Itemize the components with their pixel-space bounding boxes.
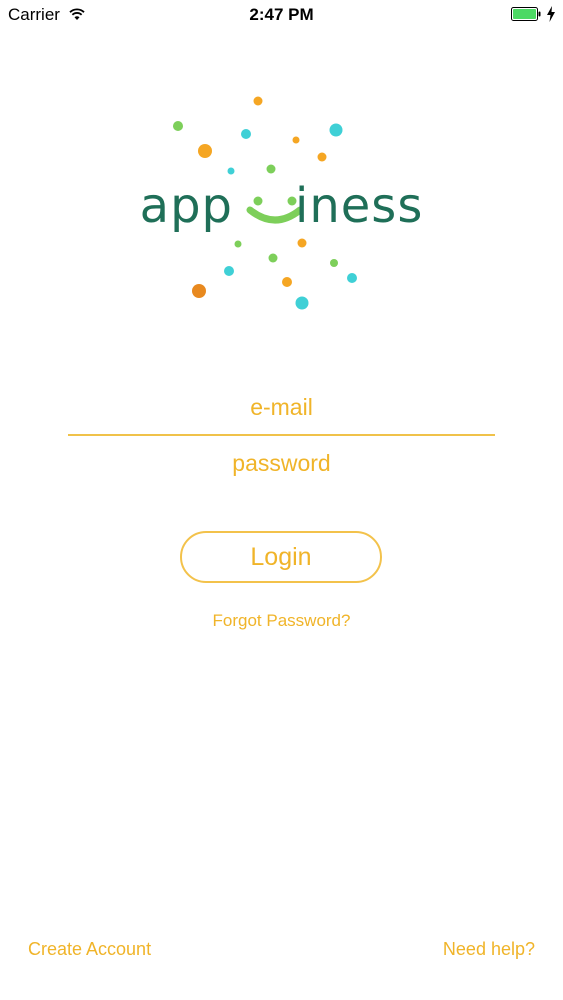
login-button[interactable]: Login — [180, 531, 382, 583]
email-placeholder: e-mail — [250, 394, 313, 420]
forgot-password-link[interactable]: Forgot Password? — [0, 611, 563, 631]
email-field[interactable]: e-mail — [68, 392, 495, 436]
app-logo: app iness — [0, 80, 563, 330]
logo-text-right: iness — [295, 178, 424, 234]
password-field[interactable]: password — [68, 448, 495, 488]
logo-wordmark: app iness — [0, 178, 563, 234]
charging-bolt-icon — [547, 6, 555, 22]
status-bar: Carrier 2:47 PM — [0, 0, 563, 30]
login-button-label: Login — [250, 542, 312, 571]
create-account-link[interactable]: Create Account — [28, 939, 151, 960]
battery-icon — [511, 7, 541, 21]
logo-text-left: app — [139, 178, 234, 234]
password-placeholder: password — [232, 450, 331, 476]
status-time: 2:47 PM — [249, 5, 314, 24]
need-help-link[interactable]: Need help? — [443, 939, 535, 960]
